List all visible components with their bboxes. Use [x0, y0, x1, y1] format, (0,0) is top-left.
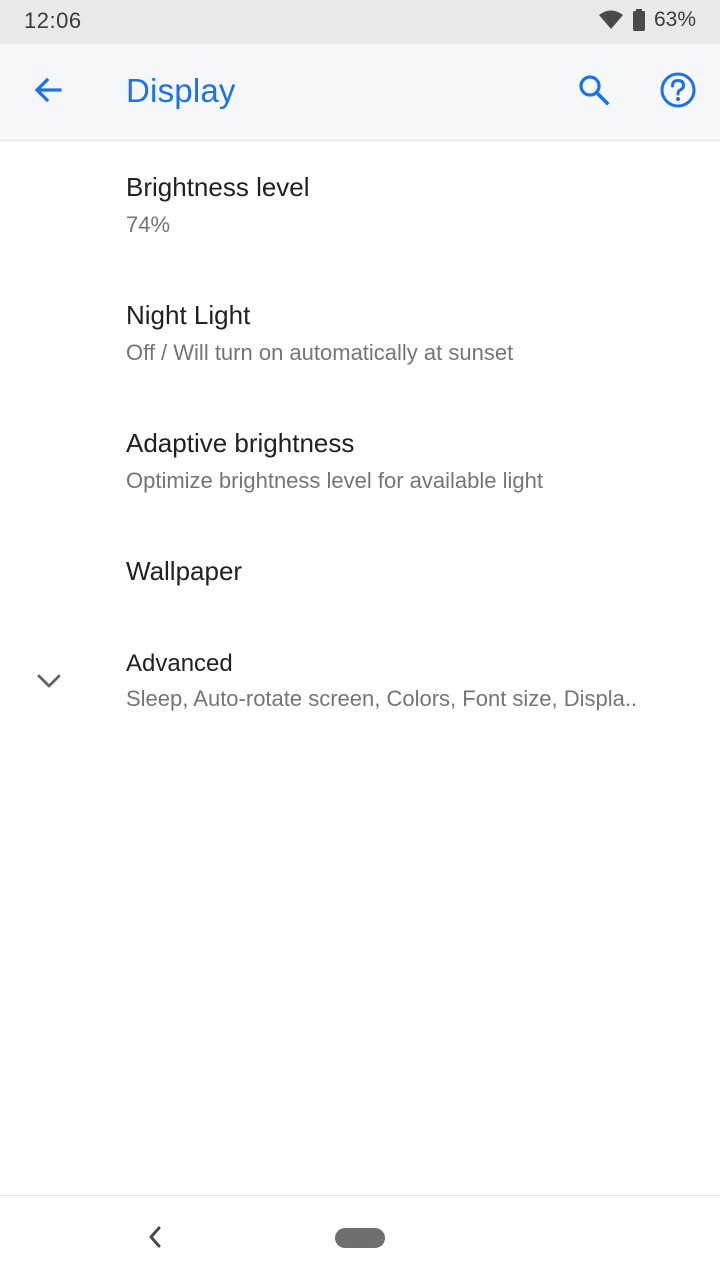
status-icons: 63%	[598, 8, 696, 32]
status-bar: 12:06 63%	[0, 0, 720, 44]
status-time: 12:06	[24, 8, 82, 33]
help-button[interactable]	[652, 68, 704, 116]
chevron-down-icon	[34, 670, 64, 692]
setting-title: Night Light	[126, 300, 251, 330]
back-button[interactable]	[22, 68, 74, 116]
back-nav-icon[interactable]	[140, 1222, 170, 1252]
help-icon	[659, 71, 697, 114]
setting-adaptive-brightness[interactable]: Adaptive brightness Optimize brightness …	[0, 406, 720, 514]
setting-night-light[interactable]: Night Light Off / Will turn on automatic…	[0, 278, 720, 386]
setting-advanced[interactable]: Advanced Sleep, Auto-rotate screen, Colo…	[0, 626, 720, 730]
setting-title: Advanced	[126, 650, 233, 677]
setting-summary: Sleep, Auto-rotate screen, Colors, Font …	[126, 686, 638, 711]
setting-brightness-level[interactable]: Brightness level 74%	[0, 150, 720, 258]
page-title: Display	[126, 72, 236, 109]
setting-title: Wallpaper	[126, 556, 243, 586]
battery-icon	[632, 8, 646, 32]
setting-wallpaper[interactable]: Wallpaper	[0, 534, 720, 626]
navigation-bar	[0, 1195, 720, 1280]
setting-title: Adaptive brightness	[126, 428, 355, 458]
setting-summary: Off / Will turn on automatically at suns…	[126, 340, 514, 365]
wifi-icon	[598, 9, 624, 31]
search-button[interactable]	[568, 68, 620, 116]
app-bar: Display	[0, 44, 720, 141]
back-arrow-icon	[32, 74, 64, 111]
home-pill-icon[interactable]	[335, 1228, 385, 1248]
battery-percent: 63%	[653, 8, 696, 31]
setting-title: Brightness level	[126, 172, 310, 202]
setting-summary: 74%	[126, 212, 171, 237]
search-icon	[577, 73, 611, 112]
setting-summary: Optimize brightness level for available …	[126, 468, 543, 493]
